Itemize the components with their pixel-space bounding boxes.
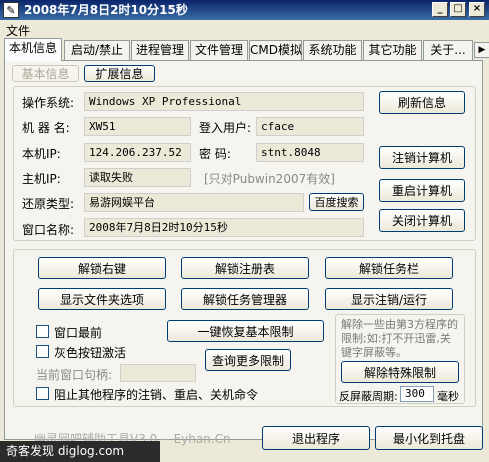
- subtab-basic-info[interactable]: 基本信息: [12, 65, 79, 82]
- close-button[interactable]: ×: [469, 2, 485, 17]
- tab-system[interactable]: 系统功能: [303, 40, 362, 60]
- exit-button[interactable]: 退出程序: [262, 426, 370, 450]
- tab-file-manager[interactable]: 文件管理: [190, 40, 248, 60]
- maximize-button[interactable]: □: [450, 2, 466, 17]
- tab-local-info[interactable]: 本机信息: [4, 38, 62, 61]
- os-field: Windows XP Professional: [84, 92, 364, 111]
- unlock-task-manager-button[interactable]: 解锁任务管理器: [181, 288, 309, 310]
- restore-basic-limits-button[interactable]: 一键恢复基本限制: [167, 320, 324, 342]
- interval-unit: 毫秒: [437, 390, 459, 403]
- minimize-to-tray-button[interactable]: 最小化到托盘: [375, 426, 483, 450]
- unlock-taskbar-button[interactable]: 解锁任务栏: [325, 257, 453, 279]
- restart-computer-button[interactable]: 重启计算机: [379, 179, 465, 202]
- tab-process[interactable]: 进程管理: [131, 40, 189, 60]
- show-logoff-run-button[interactable]: 显示注销/运行: [325, 288, 453, 310]
- login-user-label: 登入用户:: [199, 121, 252, 135]
- baidu-search-button[interactable]: 百度搜索: [309, 193, 364, 211]
- show-folder-options-button[interactable]: 显示文件夹选项: [38, 288, 166, 310]
- logoff-computer-button[interactable]: 注销计算机: [379, 146, 465, 169]
- tab-cmd[interactable]: CMD模拟: [249, 40, 302, 60]
- watermark: 奇客发现 diglog.com: [0, 441, 160, 462]
- interval-label: 反屏蔽周期:: [339, 390, 398, 403]
- remove-special-limit-button[interactable]: 解除特殊限制: [341, 361, 459, 383]
- gray-activate-label: 灰色按钮激活: [54, 346, 127, 360]
- window-name-label: 窗口名称:: [22, 223, 75, 237]
- local-ip-field: 124.206.237.52: [84, 143, 191, 162]
- topmost-label: 窗口最前: [54, 326, 103, 340]
- machine-name-field: XW51: [84, 117, 191, 136]
- login-user-field: cface: [256, 117, 364, 136]
- query-more-limits-button[interactable]: 查询更多限制: [205, 349, 291, 371]
- os-label: 操作系统:: [22, 96, 75, 110]
- menu-file[interactable]: 文件: [6, 22, 30, 39]
- shutdown-computer-button[interactable]: 关闭计算机: [379, 209, 465, 232]
- tab-other[interactable]: 其它功能: [363, 40, 422, 60]
- tab-scroll-right-icon[interactable]: ▶: [474, 42, 489, 58]
- password-field: stnt.8048: [256, 143, 364, 162]
- interval-input[interactable]: 300: [400, 386, 434, 402]
- topmost-checkbox[interactable]: [36, 325, 49, 338]
- window-title: 2008年7月8日2时10分15秒: [24, 3, 188, 17]
- password-label: 密 码:: [199, 147, 231, 161]
- current-handle-field: [120, 364, 196, 382]
- menu-bar: 文件: [0, 20, 489, 38]
- unlock-right-click-button[interactable]: 解锁右键: [38, 257, 166, 279]
- restore-type-label: 还原类型:: [22, 197, 75, 211]
- subtab-extended-info[interactable]: 扩展信息: [84, 65, 155, 82]
- current-handle-label: 当前窗口句柄:: [36, 368, 113, 382]
- machine-name-label: 机 器 名:: [22, 121, 70, 135]
- local-ip-label: 本机IP:: [22, 147, 61, 161]
- app-icon: ✎: [3, 2, 19, 18]
- title-bar: ✎ 2008年7月8日2时10分15秒 _ □ ×: [0, 0, 489, 20]
- special-limit-note: 解除一些由第3方程序的限制;如:打不开迅雷,关键字屏蔽等。: [341, 318, 458, 359]
- restore-type-field: 易游网娱平台: [84, 193, 304, 212]
- tab-about[interactable]: 关于...: [423, 40, 473, 60]
- refresh-info-button[interactable]: 刷新信息: [379, 91, 465, 114]
- tab-startup[interactable]: 启动/禁止: [64, 40, 130, 60]
- block-others-checkbox[interactable]: [36, 387, 49, 400]
- host-ip-note: [只对Pubwin2007有效]: [204, 172, 335, 186]
- window-name-field: 2008年7月8日2时10分15秒: [84, 218, 364, 237]
- unlock-registry-button[interactable]: 解锁注册表: [181, 257, 309, 279]
- minimize-button[interactable]: _: [432, 2, 448, 17]
- host-ip-label: 主机IP:: [22, 172, 61, 186]
- block-others-label: 阻止其他程序的注销、重启、关机命令: [54, 388, 259, 402]
- host-ip-field: 读取失败: [84, 168, 191, 187]
- gray-activate-checkbox[interactable]: [36, 345, 49, 358]
